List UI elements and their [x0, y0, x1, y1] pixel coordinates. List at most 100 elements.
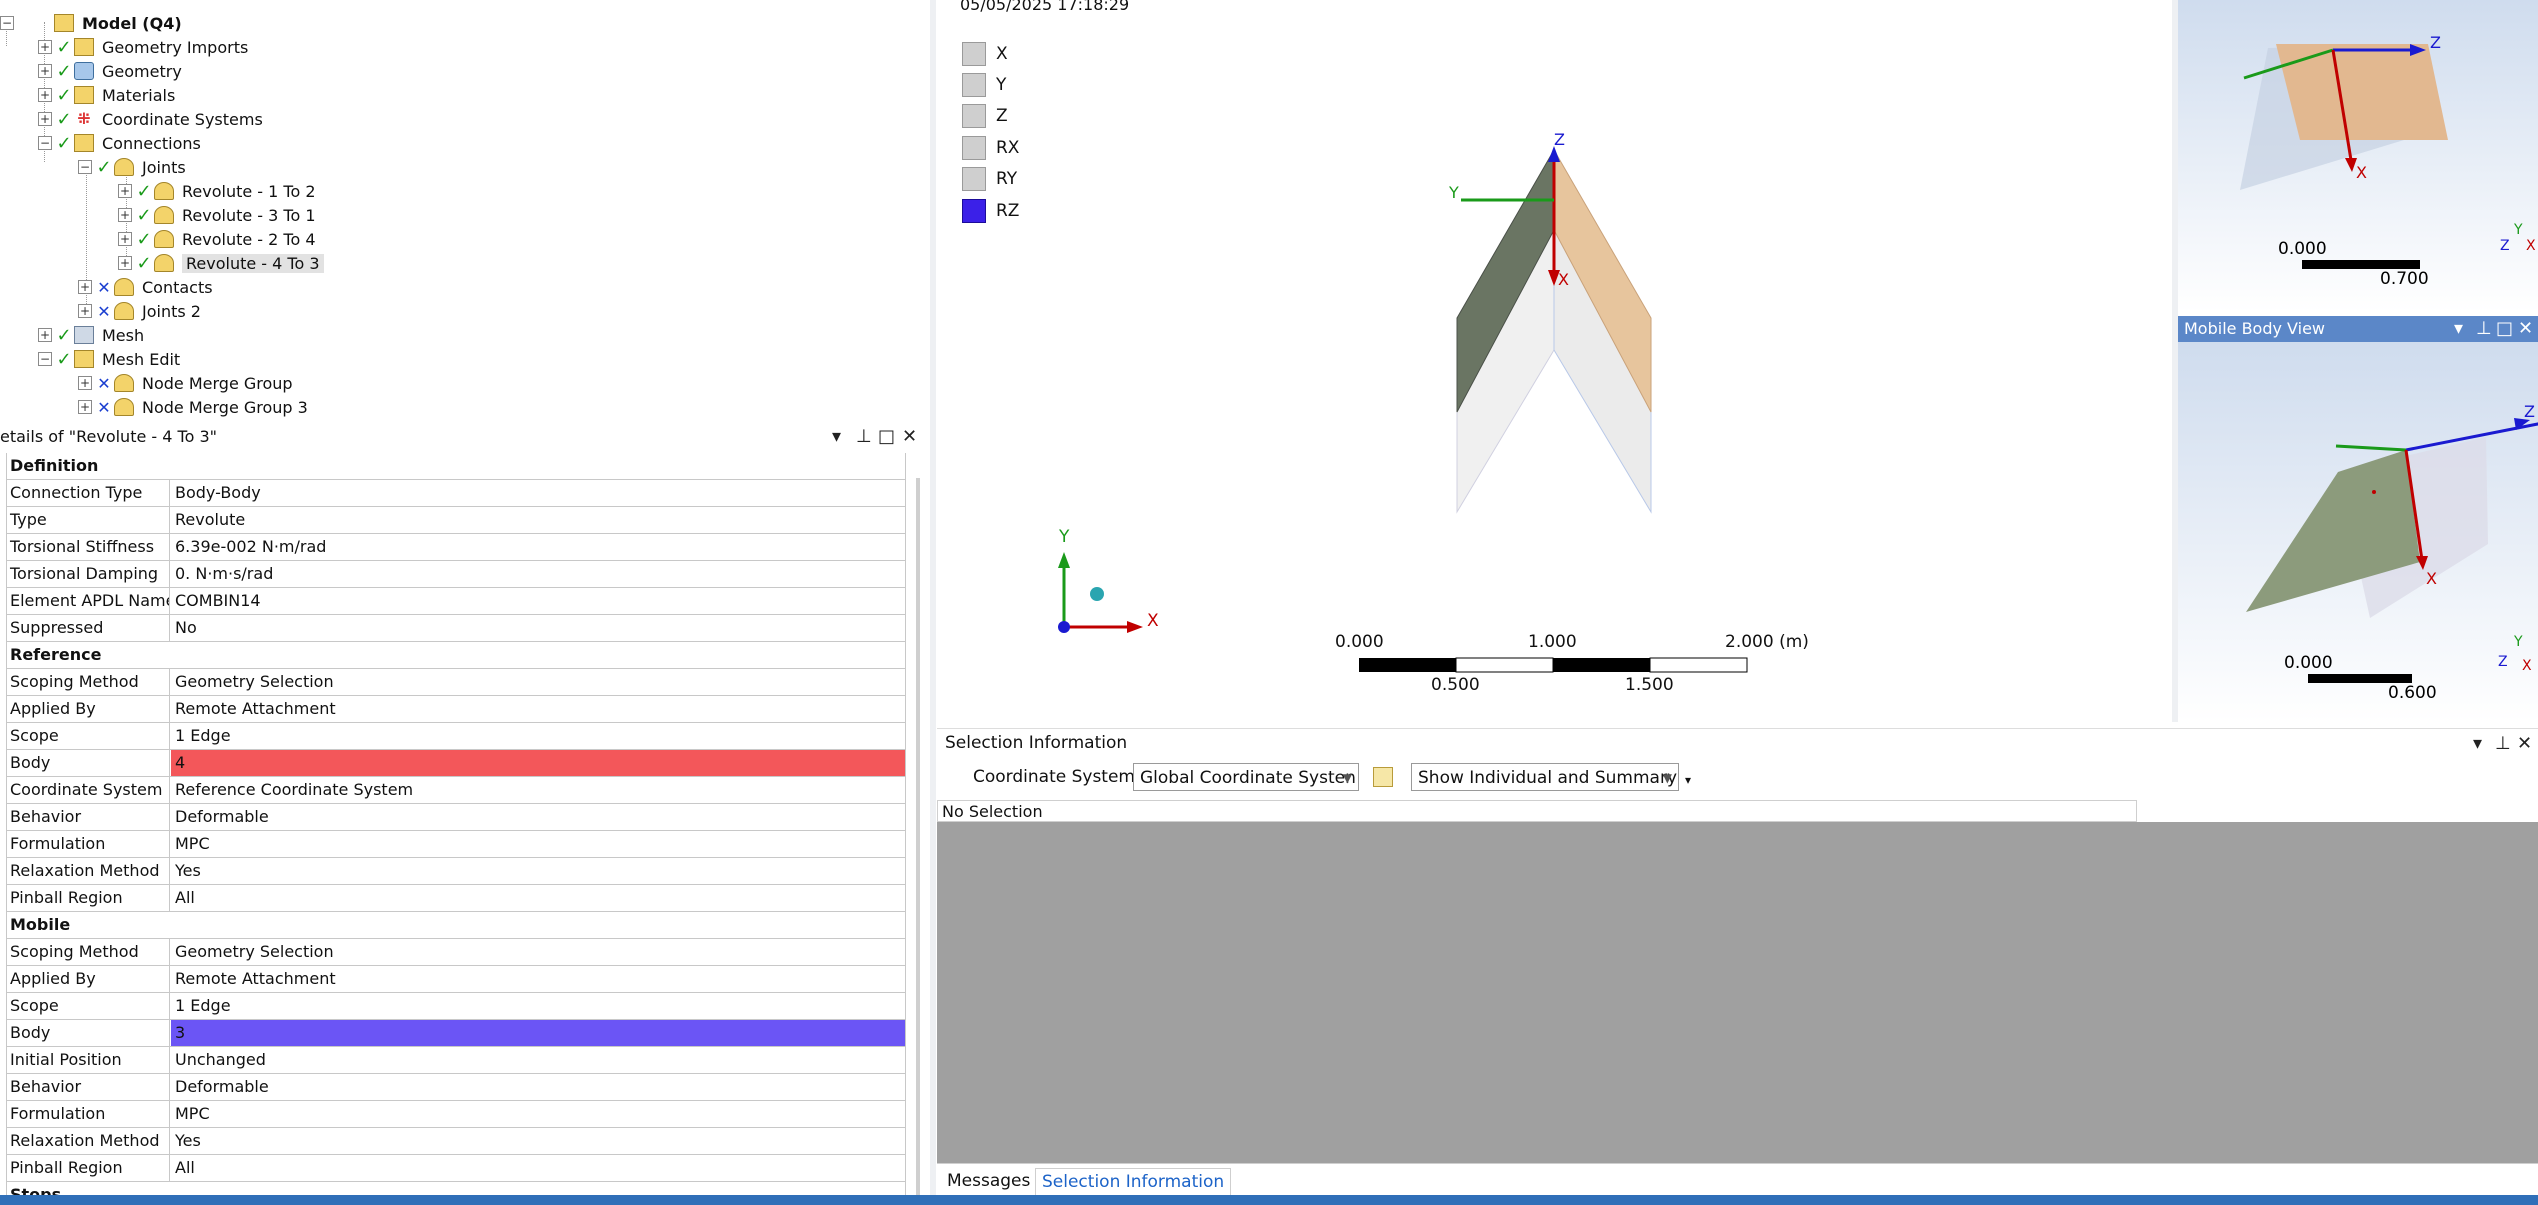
details-row[interactable]: Formulation MPC: [6, 1101, 906, 1128]
tree-item-revolute-2-4[interactable]: + ✓ Revolute - 2 To 4: [118, 227, 316, 251]
expand-icon[interactable]: +: [38, 112, 52, 126]
details-row[interactable]: Initial Position Unchanged: [6, 1047, 906, 1074]
tree-item-revolute-3-1[interactable]: + ✓ Revolute - 3 To 1: [118, 203, 316, 227]
property-value[interactable]: 1 Edge: [171, 723, 906, 749]
details-row[interactable]: Connection Type Body-Body: [6, 480, 906, 507]
tree-item-revolute-1-2[interactable]: + ✓ Revolute - 1 To 2: [118, 179, 316, 203]
expand-icon[interactable]: +: [38, 64, 52, 78]
details-row[interactable]: Coordinate System Reference Coordinate Sy…: [6, 777, 906, 804]
property-value[interactable]: Yes: [171, 1128, 906, 1154]
tree-item-joints-2[interactable]: + ✕ Joints 2: [78, 299, 201, 323]
expand-icon[interactable]: +: [118, 208, 132, 222]
details-row[interactable]: Scoping Method Geometry Selection: [6, 669, 906, 696]
expand-icon[interactable]: +: [78, 400, 92, 414]
details-row[interactable]: Element APDL Name COMBIN14: [6, 588, 906, 615]
property-value[interactable]: Reference Coordinate System: [171, 777, 906, 803]
property-value[interactable]: Revolute: [171, 507, 906, 533]
details-row[interactable]: Torsional Damping 0. N·m·s/rad: [6, 561, 906, 588]
property-value[interactable]: Deformable: [171, 804, 906, 830]
property-value[interactable]: Geometry Selection: [171, 939, 906, 965]
property-value[interactable]: No: [171, 615, 906, 641]
details-row[interactable]: Body 4: [6, 750, 906, 777]
property-value[interactable]: 6.39e-002 N·m/rad: [171, 534, 906, 560]
tree-item-node-merge-group[interactable]: + ✕ Node Merge Group: [78, 371, 293, 395]
property-value[interactable]: Yes: [171, 858, 906, 884]
details-row[interactable]: Relaxation Method Yes: [6, 858, 906, 885]
collapse-icon[interactable]: −: [0, 16, 14, 30]
details-row[interactable]: Behavior Deformable: [6, 804, 906, 831]
isometric-ball-icon[interactable]: [1090, 587, 1104, 601]
overflow-icon[interactable]: ▾: [1685, 773, 1691, 787]
expand-icon[interactable]: +: [78, 304, 92, 318]
expand-icon[interactable]: +: [118, 256, 132, 270]
section-reference[interactable]: Reference: [6, 642, 906, 669]
property-value[interactable]: 0. N·m·s/rad: [171, 561, 906, 587]
expand-icon[interactable]: +: [78, 280, 92, 294]
close-icon[interactable]: ✕: [902, 426, 917, 447]
details-row[interactable]: Body 3: [6, 1020, 906, 1047]
tree-item-mesh[interactable]: + ✓ Mesh: [38, 323, 144, 347]
property-value[interactable]: Geometry Selection: [171, 669, 906, 695]
dropdown-icon[interactable]: ▾: [2473, 733, 2482, 754]
details-row[interactable]: Relaxation Method Yes: [6, 1128, 906, 1155]
property-value[interactable]: All: [171, 885, 906, 911]
maximize-icon[interactable]: □: [878, 426, 895, 447]
expand-icon[interactable]: +: [38, 40, 52, 54]
mobile-body-view[interactable]: Z X 0.000 0.600 Z Y X: [2178, 342, 2538, 722]
tree-item-node-merge-group-3[interactable]: + ✕ Node Merge Group 3: [78, 395, 308, 418]
tab-selection-information[interactable]: Selection Information: [1035, 1168, 1232, 1195]
pin-icon[interactable]: ⊥: [2495, 733, 2511, 754]
property-value[interactable]: 1 Edge: [171, 993, 906, 1019]
expand-icon[interactable]: +: [118, 232, 132, 246]
tree-item-revolute-4-3[interactable]: + ✓ Revolute - 4 To 3: [118, 251, 324, 275]
property-value[interactable]: Remote Attachment: [171, 696, 906, 722]
property-value[interactable]: Deformable: [171, 1074, 906, 1100]
details-row[interactable]: Scope 1 Edge: [6, 993, 906, 1020]
property-value[interactable]: Unchanged: [171, 1047, 906, 1073]
section-mobile[interactable]: Mobile: [6, 912, 906, 939]
export-icon[interactable]: [1373, 767, 1393, 787]
close-icon[interactable]: ✕: [2517, 733, 2532, 754]
pin-icon[interactable]: ⊥: [2476, 318, 2492, 339]
coordinate-system-select[interactable]: Global Coordinate Systen ▼: [1133, 763, 1359, 791]
property-value[interactable]: COMBIN14: [171, 588, 906, 614]
expand-icon[interactable]: +: [118, 184, 132, 198]
property-value[interactable]: MPC: [171, 831, 906, 857]
tree-item-model[interactable]: − Model (Q4): [0, 11, 182, 35]
mobile-body-value[interactable]: 3: [171, 1020, 906, 1046]
collapse-icon[interactable]: −: [38, 352, 52, 366]
details-row[interactable]: Scope 1 Edge: [6, 723, 906, 750]
details-row[interactable]: Applied By Remote Attachment: [6, 696, 906, 723]
tree-item-coordinate-systems[interactable]: + ✓ ⁜ Coordinate Systems: [38, 107, 263, 131]
tree-item-mesh-edit[interactable]: − ✓ Mesh Edit: [38, 347, 180, 371]
expand-icon[interactable]: +: [78, 376, 92, 390]
property-value[interactable]: Remote Attachment: [171, 966, 906, 992]
tree-item-connections[interactable]: − ✓ Connections: [38, 131, 201, 155]
details-row[interactable]: Pinball Region All: [6, 1155, 906, 1182]
details-row[interactable]: Pinball Region All: [6, 885, 906, 912]
collapse-icon[interactable]: −: [78, 160, 92, 174]
tree-item-geometry-imports[interactable]: + ✓ Geometry Imports: [38, 35, 248, 59]
tree-item-geometry[interactable]: + ✓ Geometry: [38, 59, 182, 83]
dropdown-icon[interactable]: ▾: [2454, 318, 2463, 339]
reference-body-view[interactable]: Z X 0.000 0.700 Z Y X: [2178, 0, 2538, 312]
details-row[interactable]: Type Revolute: [6, 507, 906, 534]
pin-icon[interactable]: ⊥: [856, 426, 872, 447]
panel-splitter[interactable]: [930, 0, 936, 1205]
collapse-icon[interactable]: −: [38, 136, 52, 150]
details-row[interactable]: Behavior Deformable: [6, 1074, 906, 1101]
section-definition[interactable]: Definition: [6, 453, 906, 480]
tree-item-joints[interactable]: − ✓ Joints: [78, 155, 186, 179]
property-value[interactable]: Body-Body: [171, 480, 906, 506]
maximize-icon[interactable]: □: [2496, 318, 2513, 339]
details-row[interactable]: Applied By Remote Attachment: [6, 966, 906, 993]
reference-body-value[interactable]: 4: [171, 750, 906, 776]
details-row[interactable]: Suppressed No: [6, 615, 906, 642]
property-value[interactable]: All: [171, 1155, 906, 1181]
details-row[interactable]: Torsional Stiffness 6.39e-002 N·m/rad: [6, 534, 906, 561]
close-icon[interactable]: ✕: [2518, 318, 2533, 339]
details-scrollbar[interactable]: [916, 478, 920, 1205]
dropdown-icon[interactable]: ▾: [832, 426, 841, 447]
details-row[interactable]: Scoping Method Geometry Selection: [6, 939, 906, 966]
details-row[interactable]: Formulation MPC: [6, 831, 906, 858]
